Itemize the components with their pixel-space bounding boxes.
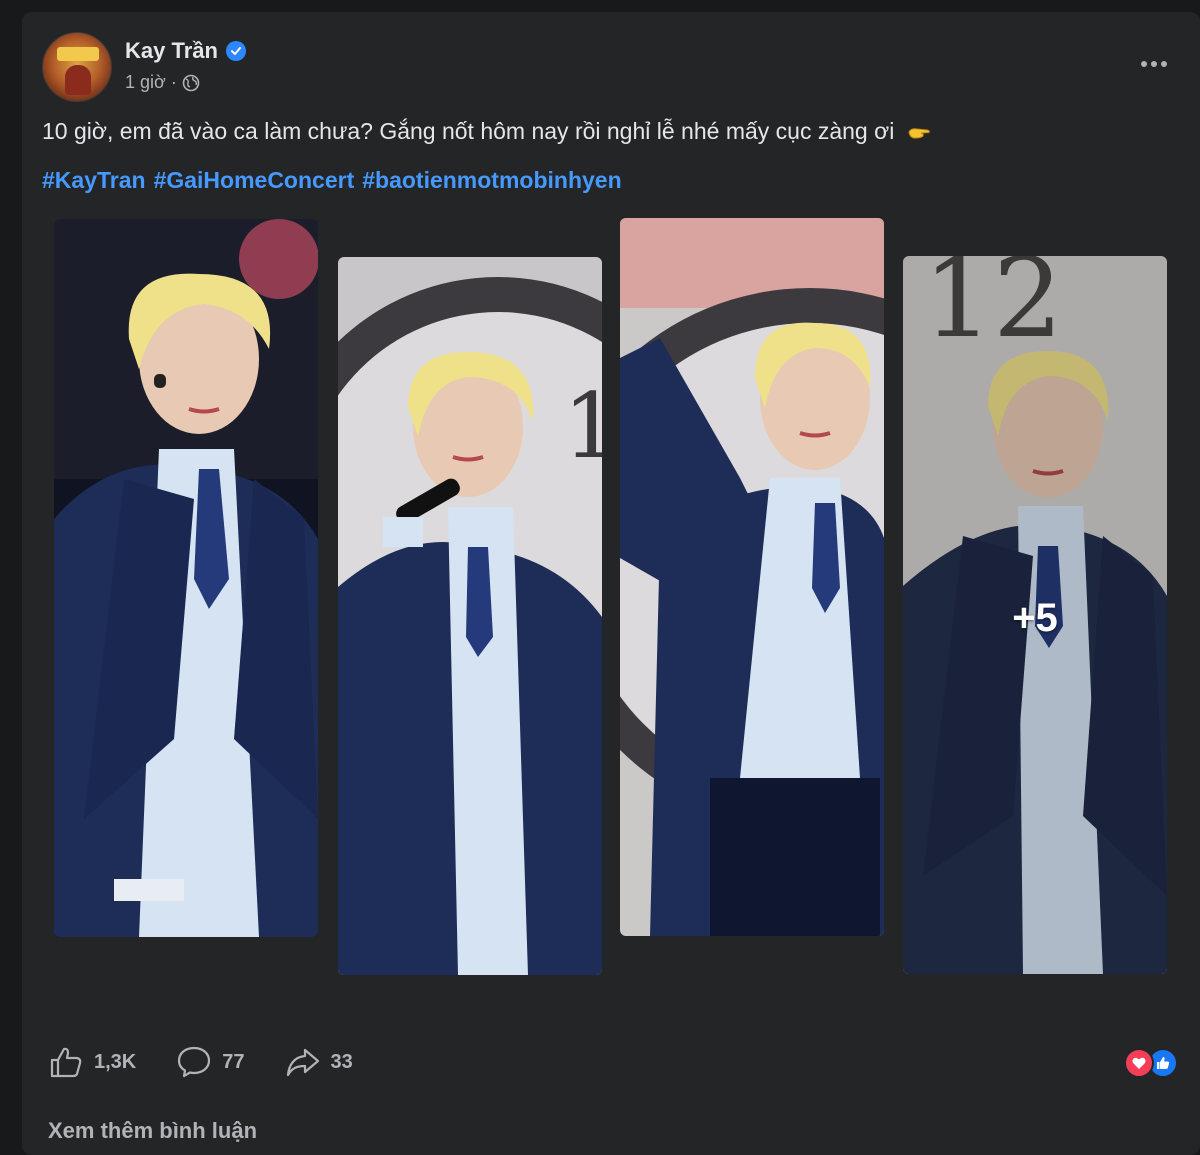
post-photo[interactable]: [54, 219, 318, 937]
author-avatar[interactable]: [42, 32, 112, 102]
hashtag-link[interactable]: #KayTran: [42, 167, 146, 194]
verified-badge-icon: [225, 41, 246, 61]
comment-count: 77: [222, 1050, 245, 1073]
share-button[interactable]: 33: [285, 1044, 353, 1080]
hashtag-link[interactable]: #baotienmotmobinhyen: [362, 167, 621, 194]
hashtag-list: #KayTran #GaiHomeConcert #baotienmotmobi…: [42, 167, 622, 194]
share-count: 33: [330, 1050, 353, 1073]
avatar-banner: [57, 47, 99, 61]
more-photos-count: +5: [1012, 596, 1058, 640]
like-count: 1,3K: [94, 1050, 137, 1073]
comment-bubble-icon: [176, 1044, 212, 1080]
author-row: Kay Trần: [125, 38, 246, 64]
meta-separator: ·: [170, 72, 177, 92]
comment-button[interactable]: 77: [176, 1044, 245, 1080]
post-actions: 1,3K 77 33: [48, 1044, 393, 1080]
caption-text: 10 giờ, em đã vào ca làm chưa? Gắng nốt …: [42, 118, 895, 144]
post-time[interactable]: 1 giờ: [125, 72, 166, 93]
post-caption: 10 giờ, em đã vào ca làm chưa? Gắng nốt …: [42, 118, 931, 145]
post-photo[interactable]: 12 +5: [903, 256, 1167, 974]
post-header: Kay Trần 1 giờ ·: [42, 32, 1180, 104]
thumbs-up-icon: [48, 1044, 84, 1080]
author-name[interactable]: Kay Trần: [125, 38, 218, 64]
heart-icon: [1124, 1048, 1154, 1078]
avatar-figure: [65, 65, 91, 95]
post-photo[interactable]: [620, 218, 884, 936]
globe-icon[interactable]: [182, 74, 200, 92]
post-meta: 1 giờ ·: [125, 72, 200, 93]
hashtag-link[interactable]: #GaiHomeConcert: [154, 167, 355, 194]
post-card: Kay Trần 1 giờ · 10 giờ, em đã vào ca là…: [22, 12, 1200, 1155]
post-photo[interactable]: 1: [338, 257, 602, 975]
more-options-icon[interactable]: [1134, 50, 1174, 78]
like-button[interactable]: 1,3K: [48, 1044, 136, 1080]
reaction-summary[interactable]: [1124, 1048, 1178, 1078]
svg-text:1: 1: [563, 374, 602, 479]
share-arrow-icon: [285, 1044, 321, 1080]
pointing-hand-emoji-icon: [907, 123, 931, 143]
see-more-comments-link[interactable]: Xem thêm bình luận: [48, 1118, 257, 1144]
